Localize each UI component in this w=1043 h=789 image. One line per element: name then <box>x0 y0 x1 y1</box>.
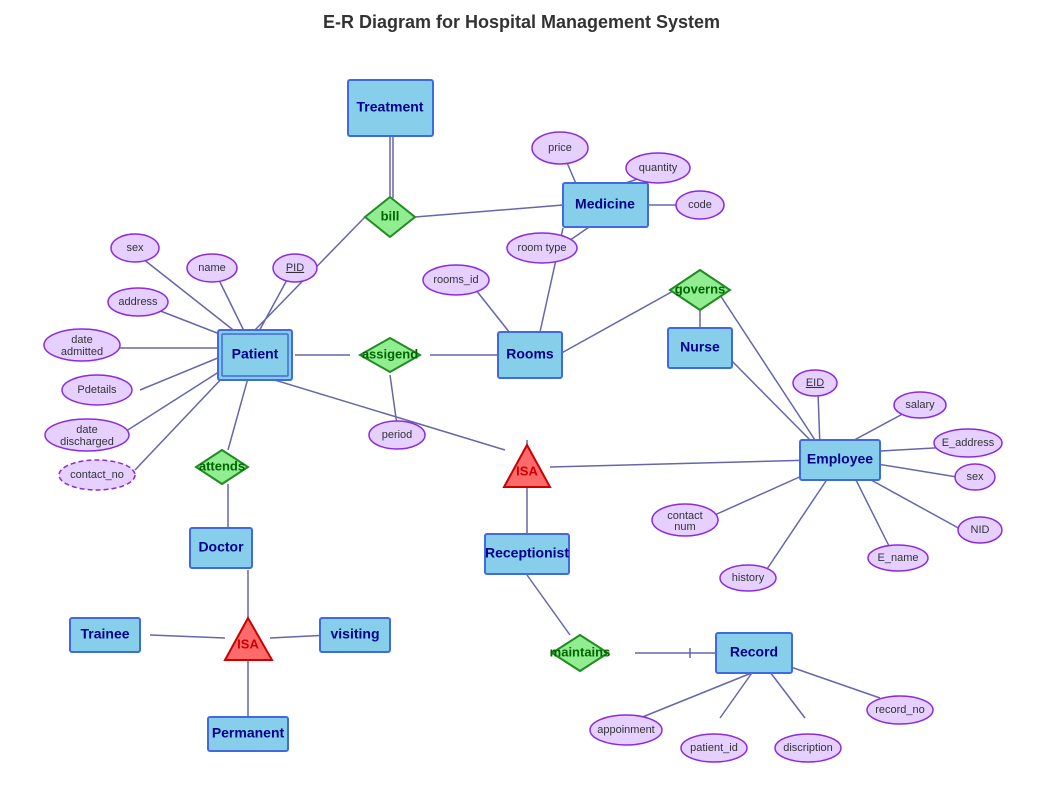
attr-patientid-label: patient_id <box>690 742 738 754</box>
diagram-container: E-R Diagram for Hospital Management Syst… <box>0 0 1043 789</box>
attr-period-label: period <box>382 429 413 441</box>
entity-patient-label: Patient <box>232 346 279 362</box>
line-governs-employee <box>720 295 815 440</box>
attr-pid-label: PID <box>286 262 304 274</box>
isa-doctor-label: ISA <box>237 636 259 651</box>
relation-bill-label: bill <box>381 208 400 223</box>
line-patient-pdetails <box>140 355 225 390</box>
relation-governs-label: governs <box>675 281 726 296</box>
attr-price-label: price <box>548 142 572 154</box>
attr-name-label: name <box>198 262 226 274</box>
isa-employee-label: ISA <box>516 463 538 478</box>
line-patient-attends <box>228 378 248 450</box>
line-isa-trainee <box>150 635 225 638</box>
attr-ename-label: E_name <box>878 552 919 564</box>
entity-treatment-label: Treatment <box>357 99 424 115</box>
attr-discription-label: discription <box>783 742 833 754</box>
entity-receptionist-label: Receptionist <box>485 545 569 561</box>
attr-roomtype-label: room type <box>518 242 567 254</box>
attr-quantity-label: quantity <box>639 162 678 174</box>
attr-nid-label: NID <box>971 524 990 536</box>
attr-eid-label: EID <box>806 377 824 389</box>
attr-sex-label: sex <box>126 242 144 254</box>
line-patient-datedischarged <box>120 368 225 435</box>
entity-medicine-label: Medicine <box>575 196 635 212</box>
entity-trainee-label: Trainee <box>80 626 129 642</box>
attr-recordno-label: record_no <box>875 704 925 716</box>
entity-rooms-label: Rooms <box>506 346 554 362</box>
line-emp-contactnum <box>708 470 815 518</box>
entity-record-label: Record <box>730 644 778 660</box>
entity-doctor-label: Doctor <box>198 539 244 555</box>
line-nurse-employee <box>726 355 815 445</box>
attr-roomsid-label: rooms_id <box>433 274 478 286</box>
attr-datedischarged-label1: date <box>76 424 97 436</box>
relation-attends-label: attends <box>199 458 245 473</box>
line-record-discription <box>770 672 805 718</box>
entity-permanent-label: Permanent <box>212 725 285 741</box>
attr-appoinment-label: appoinment <box>597 724 655 736</box>
attr-eaddress-label: E_address <box>942 437 995 449</box>
attr-datedischarged-label2: discharged <box>60 436 114 448</box>
line-patient-name <box>218 278 245 333</box>
relation-assigend-label: assigend <box>362 346 418 361</box>
relation-maintains-label: maintains <box>550 644 611 659</box>
attr-code-label: code <box>688 199 712 211</box>
attr-salary-label: salary <box>905 399 935 411</box>
attr-dateadmitted-label2: admitted <box>61 346 103 358</box>
line-governs-rooms <box>558 290 675 355</box>
entity-employee-label: Employee <box>807 451 873 467</box>
line-record-recordno <box>785 665 880 698</box>
line-record-patientid <box>720 670 754 718</box>
line-bill-medicine <box>415 205 563 217</box>
attr-sex-emp-label: sex <box>966 471 984 483</box>
line-emp-isa2 <box>550 460 815 467</box>
attr-contactnum-label2: num <box>674 521 695 533</box>
attr-contactno-label: contact_no <box>70 469 124 481</box>
er-diagram: Treatment Medicine Patient Rooms Nurse E… <box>0 0 1043 789</box>
attr-pdetails-label: Pdetails <box>77 384 117 396</box>
attr-address-label: address <box>118 296 158 308</box>
entity-visiting-label: visiting <box>330 626 379 642</box>
attr-history-label: history <box>732 572 765 584</box>
attr-dateadmitted-label1: date <box>71 334 92 346</box>
line-receptionist-maintains <box>527 575 570 635</box>
line-emp-history <box>763 478 828 575</box>
line-patient-pid <box>258 278 288 333</box>
entity-nurse-label: Nurse <box>680 339 720 355</box>
